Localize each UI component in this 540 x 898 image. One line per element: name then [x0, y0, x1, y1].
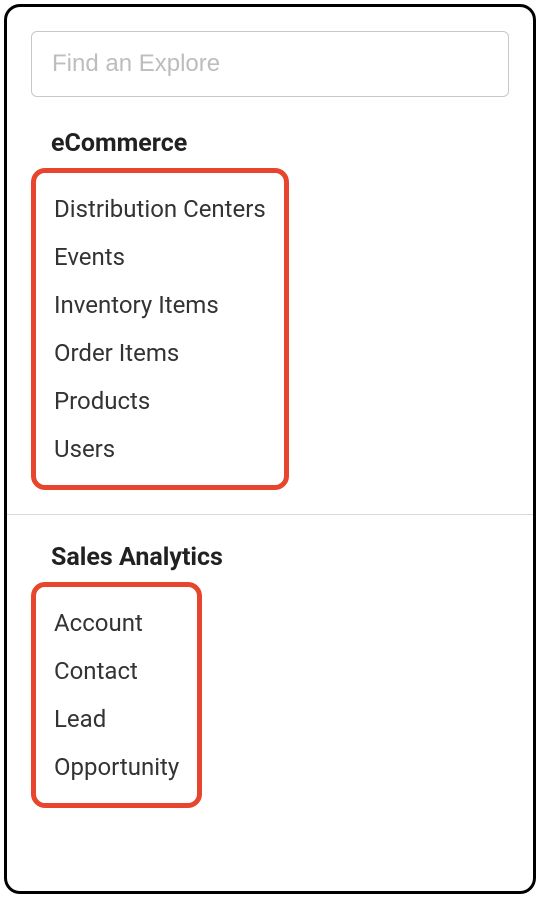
explore-item-order-items[interactable]: Order Items: [48, 329, 272, 377]
explore-item-products[interactable]: Products: [48, 377, 272, 425]
explore-item-users[interactable]: Users: [48, 425, 272, 473]
explore-item-distribution-centers[interactable]: Distribution Centers: [48, 185, 272, 233]
section-title-ecommerce: eCommerce: [31, 129, 509, 158]
section-sales-analytics: Sales Analytics Account Contact Lead Opp…: [31, 543, 509, 808]
search-input[interactable]: [31, 31, 509, 97]
section-ecommerce: eCommerce Distribution Centers Events In…: [31, 129, 509, 490]
highlight-ecommerce: Distribution Centers Events Inventory It…: [31, 168, 289, 490]
explore-panel: eCommerce Distribution Centers Events In…: [4, 4, 536, 894]
explore-item-events[interactable]: Events: [48, 233, 272, 281]
explore-item-account[interactable]: Account: [48, 599, 185, 647]
explore-item-opportunity[interactable]: Opportunity: [48, 743, 185, 791]
section-title-sales-analytics: Sales Analytics: [31, 543, 509, 572]
explore-item-lead[interactable]: Lead: [48, 695, 185, 743]
panel-inner: eCommerce Distribution Centers Events In…: [7, 7, 533, 808]
highlight-sales-analytics: Account Contact Lead Opportunity: [31, 582, 202, 808]
section-divider: [7, 514, 533, 515]
explore-item-inventory-items[interactable]: Inventory Items: [48, 281, 272, 329]
explore-item-contact[interactable]: Contact: [48, 647, 185, 695]
